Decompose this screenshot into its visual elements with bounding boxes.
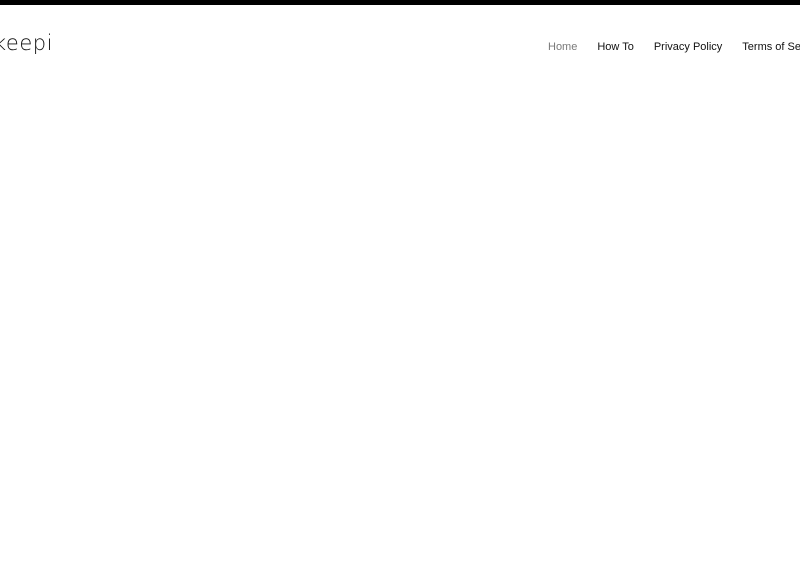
site-logo[interactable]: keepi [0,33,53,54]
nav-home[interactable]: Home [548,40,577,54]
nav-how-to[interactable]: How To [597,40,633,54]
nav-terms-of-service[interactable]: Terms of Service [742,40,800,54]
site-header: keepi Home How To Privacy Policy Terms o… [0,5,800,85]
page: keepi Home How To Privacy Policy Terms o… [0,0,800,576]
nav-privacy-policy[interactable]: Privacy Policy [654,40,722,54]
main-nav: Home How To Privacy Policy Terms of Serv… [548,40,800,54]
